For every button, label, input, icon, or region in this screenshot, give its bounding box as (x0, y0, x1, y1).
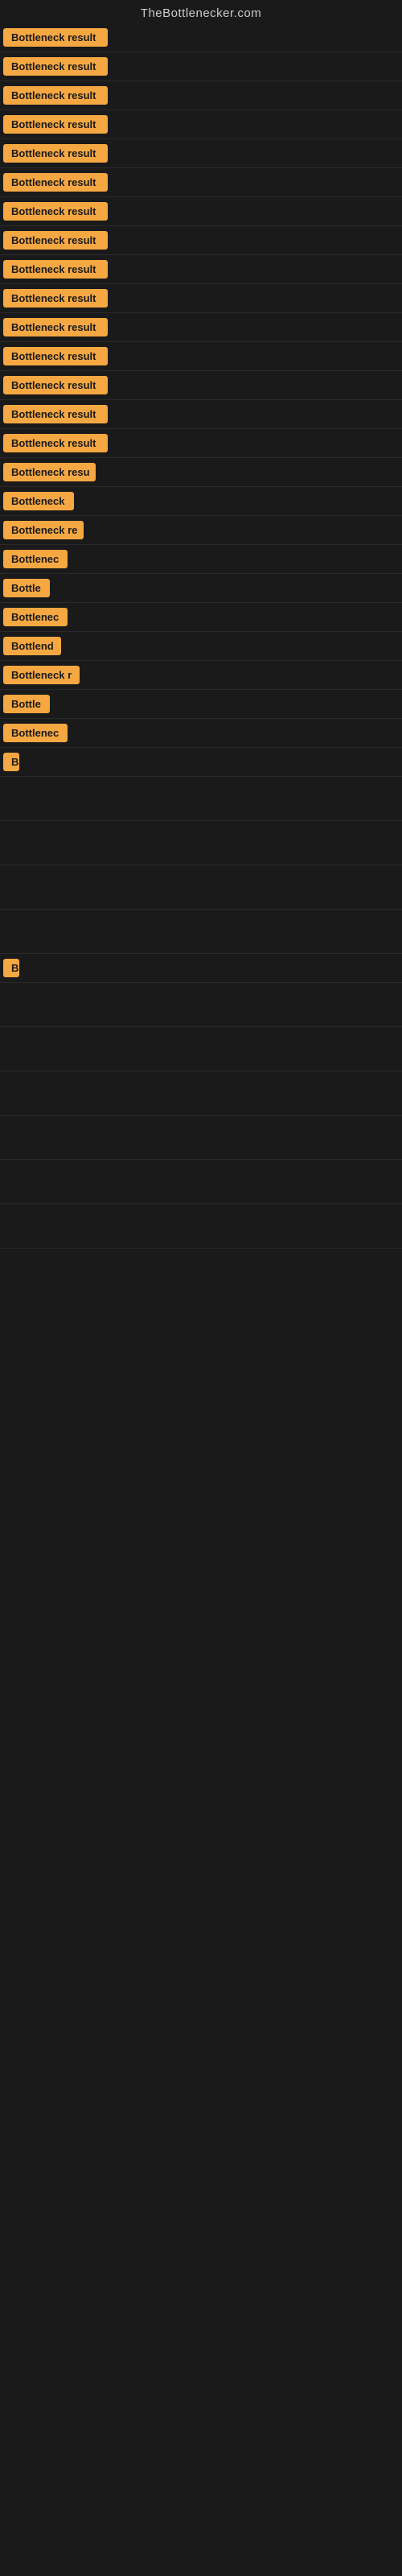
list-item: Bottleneck result (0, 23, 402, 52)
bottleneck-result-badge[interactable]: Bottleneck result (3, 144, 108, 163)
list-item: Bottle (0, 690, 402, 719)
list-item: Bottleneck result (0, 81, 402, 110)
bottleneck-result-badge[interactable]: Bottleneck result (3, 86, 108, 105)
list-item: Bottleneck result (0, 168, 402, 197)
list-item: B (0, 748, 402, 777)
bottleneck-result-badge[interactable]: Bottleneck result (3, 115, 108, 134)
list-item: Bottlenec (0, 719, 402, 748)
list-item (0, 1160, 402, 1204)
bottleneck-result-badge[interactable]: Bottleneck resu (3, 463, 96, 481)
list-item: B (0, 954, 402, 983)
list-item (0, 865, 402, 910)
list-item (0, 1027, 402, 1071)
list-item: Bottleneck result (0, 400, 402, 429)
bottleneck-result-badge[interactable]: Bottleneck result (3, 289, 108, 308)
list-item: Bottlend (0, 632, 402, 661)
list-item: Bottleneck result (0, 342, 402, 371)
bottleneck-result-badge[interactable]: Bottleneck result (3, 376, 108, 394)
list-item: Bottleneck result (0, 139, 402, 168)
list-item (0, 983, 402, 1027)
list-item: Bottleneck result (0, 371, 402, 400)
bottleneck-result-badge[interactable]: Bottleneck result (3, 57, 108, 76)
list-item: Bottleneck result (0, 110, 402, 139)
bottleneck-result-badge[interactable]: B (3, 959, 19, 977)
bottleneck-result-badge[interactable]: Bottlenec (3, 550, 68, 568)
list-item: Bottleneck r (0, 661, 402, 690)
list-item (0, 1071, 402, 1116)
list-item (0, 910, 402, 954)
list-item (0, 1116, 402, 1160)
list-item: Bottleneck result (0, 284, 402, 313)
bottleneck-result-badge[interactable]: Bottleneck (3, 492, 74, 510)
bottleneck-result-badge[interactable]: Bottlenec (3, 608, 68, 626)
list-item: Bottleneck result (0, 226, 402, 255)
bottleneck-result-badge[interactable]: Bottleneck result (3, 202, 108, 221)
list-item: Bottleneck result (0, 429, 402, 458)
list-item: Bottleneck re (0, 516, 402, 545)
bottleneck-result-badge[interactable]: Bottlend (3, 637, 61, 655)
bottleneck-result-badge[interactable]: Bottle (3, 695, 50, 713)
site-title: TheBottlenecker.com (0, 0, 402, 23)
list-item: Bottleneck resu (0, 458, 402, 487)
bottleneck-result-badge[interactable]: Bottleneck result (3, 260, 108, 279)
bottleneck-result-badge[interactable]: B (3, 753, 19, 771)
list-item (0, 1204, 402, 1249)
bottleneck-result-badge[interactable]: Bottleneck re (3, 521, 84, 539)
bottleneck-result-badge[interactable]: Bottleneck result (3, 28, 108, 47)
bottleneck-result-badge[interactable]: Bottleneck result (3, 405, 108, 423)
list-item: Bottleneck result (0, 313, 402, 342)
bottleneck-result-badge[interactable]: Bottleneck result (3, 434, 108, 452)
bottleneck-result-badge[interactable]: Bottle (3, 579, 50, 597)
bottleneck-result-badge[interactable]: Bottlenec (3, 724, 68, 742)
list-item (0, 777, 402, 821)
bottleneck-result-badge[interactable]: Bottleneck result (3, 231, 108, 250)
list-item: Bottleneck (0, 487, 402, 516)
list-item: Bottle (0, 574, 402, 603)
list-item: Bottleneck result (0, 52, 402, 81)
bottleneck-result-badge[interactable]: Bottleneck result (3, 347, 108, 365)
list-item: Bottleneck result (0, 255, 402, 284)
list-item: Bottleneck result (0, 197, 402, 226)
list-item: Bottlenec (0, 603, 402, 632)
bottleneck-result-badge[interactable]: Bottleneck result (3, 318, 108, 336)
bottleneck-result-badge[interactable]: Bottleneck result (3, 173, 108, 192)
list-item (0, 821, 402, 865)
bottleneck-result-badge[interactable]: Bottleneck r (3, 666, 80, 684)
list-item: Bottlenec (0, 545, 402, 574)
